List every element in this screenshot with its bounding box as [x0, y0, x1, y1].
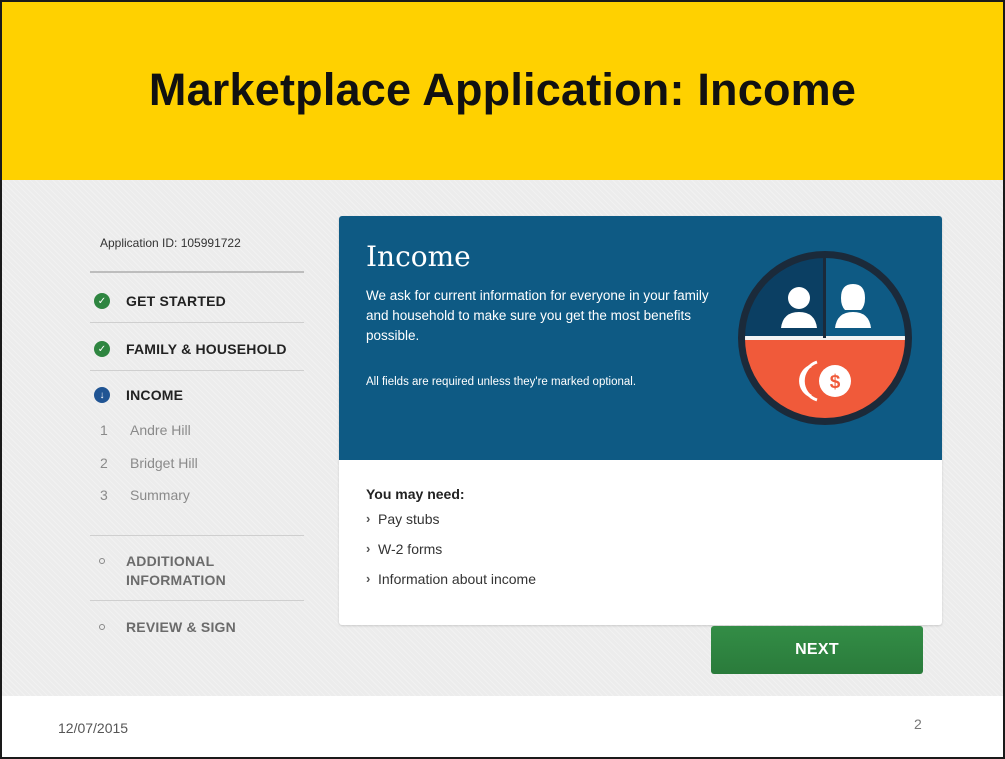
step-additional-information[interactable]: ADDITIONAL INFORMATION	[90, 552, 304, 590]
substep-andre-hill[interactable]: 1 Andre Hill	[90, 422, 191, 438]
hollow-circle-icon	[99, 558, 105, 564]
divider	[90, 600, 304, 601]
card-title: Income	[366, 240, 471, 273]
application-screen: Application ID: 105991722 ✓ GET STARTED …	[2, 180, 1003, 696]
application-id: Application ID: 105991722	[100, 236, 241, 250]
substep-summary[interactable]: 3 Summary	[90, 487, 190, 503]
step-get-started[interactable]: ✓ GET STARTED	[90, 292, 304, 311]
card-description: We ask for current information for every…	[366, 288, 709, 343]
check-circle-icon: ✓	[94, 293, 110, 309]
divider	[90, 370, 304, 371]
arrow-down-circle-icon: ↓	[94, 387, 110, 403]
list-item-label: W-2 forms	[378, 541, 443, 557]
substep-number: 2	[100, 455, 108, 471]
step-family-household[interactable]: ✓ FAMILY & HOUSEHOLD	[90, 340, 304, 359]
substep-number: 3	[100, 487, 108, 503]
step-label: GET STARTED	[126, 293, 226, 309]
slide-date: 12/07/2015	[58, 720, 129, 736]
step-label: INCOME	[126, 387, 184, 403]
slide-title: Marketplace Application: Income	[148, 64, 857, 115]
list-item-label: Information about income	[378, 571, 536, 587]
substep-bridget-hill[interactable]: 2 Bridget Hill	[90, 455, 198, 471]
substep-label: Bridget Hill	[130, 455, 198, 471]
needed-documents-list: › Pay stubs › W-2 forms › Information about…	[366, 511, 536, 601]
divider	[90, 535, 304, 536]
step-label: ADDITIONAL INFORMATION	[126, 553, 226, 588]
list-item-label: Pay stubs	[378, 511, 440, 527]
divider	[90, 322, 304, 323]
step-review-sign[interactable]: REVIEW & SIGN	[90, 618, 304, 637]
step-label: REVIEW & SIGN	[126, 619, 236, 635]
list-item: › W-2 forms	[366, 541, 536, 571]
you-may-need-heading: You may need:	[366, 486, 465, 502]
next-button[interactable]: NEXT	[711, 626, 923, 674]
chevron-right-icon: ›	[366, 541, 371, 556]
chevron-right-icon: ›	[366, 571, 371, 586]
card-header: Income We ask for current information fo…	[339, 216, 942, 460]
card-note: All fields are required unless they're m…	[366, 376, 637, 388]
substep-number: 1	[100, 422, 108, 438]
people-and-money-icon: $	[738, 251, 912, 425]
substep-label: Summary	[130, 487, 190, 503]
divider	[90, 271, 304, 273]
list-item: › Pay stubs	[366, 511, 536, 541]
chevron-right-icon: ›	[366, 511, 371, 526]
substep-label: Andre Hill	[130, 422, 191, 438]
slide-banner: Marketplace Application: Income	[2, 2, 1003, 180]
hollow-circle-icon	[99, 624, 105, 630]
slide-page-number: 2	[914, 716, 922, 732]
svg-text:$: $	[830, 372, 841, 393]
step-income[interactable]: ↓ INCOME	[90, 386, 304, 405]
check-circle-icon: ✓	[94, 341, 110, 357]
income-card: Income We ask for current information fo…	[339, 216, 942, 625]
step-label: FAMILY & HOUSEHOLD	[126, 341, 287, 357]
list-item: › Information about income	[366, 571, 536, 601]
